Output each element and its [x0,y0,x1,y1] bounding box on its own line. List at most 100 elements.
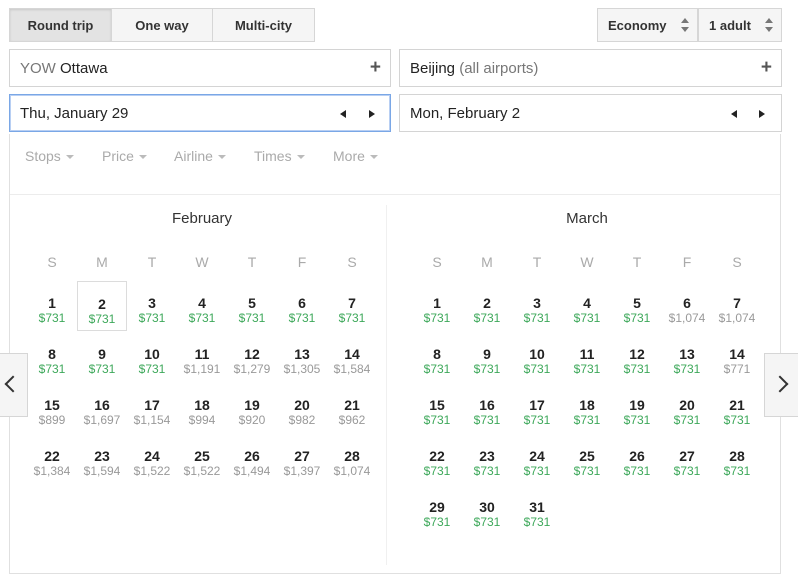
origin-input[interactable]: YOW Ottawa + [9,49,391,87]
calendar-day[interactable]: 14 $771 [712,332,762,382]
calendar-day[interactable]: 27 $1,397 [277,434,327,484]
calendar-day[interactable]: 21 $962 [327,383,377,433]
day-number: 15 [44,397,60,413]
calendar-day[interactable]: 3 $731 [512,281,562,331]
calendar-day[interactable]: 23 $1,594 [77,434,127,484]
day-number: 24 [529,448,545,464]
prev-month-button[interactable] [0,353,28,417]
calendar-day[interactable]: 15 $731 [412,383,462,433]
calendar-day[interactable]: 27 $731 [662,434,712,484]
calendar-day[interactable]: 14 $1,584 [327,332,377,382]
calendar-day[interactable]: 24 $731 [512,434,562,484]
calendar-day[interactable]: 22 $1,384 [27,434,77,484]
plus-icon[interactable]: + [370,57,381,79]
calendar-day[interactable]: 19 $731 [612,383,662,433]
calendar-day[interactable]: 12 $1,279 [227,332,277,382]
price-filter[interactable]: Price [102,148,147,164]
weekday-label: S [347,254,357,270]
day-number: 2 [98,296,106,312]
calendar-day[interactable]: 7 $1,074 [712,281,762,331]
calendar-day[interactable]: 23 $731 [462,434,512,484]
calendar-day[interactable]: 10 $731 [512,332,562,382]
one-way-button[interactable]: One way [111,8,213,42]
calendar-day[interactable]: 17 $1,154 [127,383,177,433]
calendar-day[interactable]: 3 $731 [127,281,177,331]
triangle-right-icon[interactable] [759,110,765,118]
calendar-day[interactable]: 15 $899 [27,383,77,433]
calendar-day[interactable]: 10 $731 [127,332,177,382]
calendar-day[interactable]: 30 $731 [462,485,512,535]
destination-input[interactable]: Beijing (all airports) + [399,49,782,87]
round-trip-button[interactable]: Round trip [9,8,112,42]
calendar-day[interactable]: 5 $731 [612,281,662,331]
calendar-day[interactable]: 16 $731 [462,383,512,433]
calendar-day[interactable]: 28 $1,074 [327,434,377,484]
calendar-day[interactable]: 20 $731 [662,383,712,433]
multi-city-button[interactable]: Multi-city [212,8,315,42]
plus-icon[interactable]: + [761,57,772,79]
calendar-day[interactable]: 9 $731 [462,332,512,382]
times-filter[interactable]: Times [254,148,305,164]
day-number: 11 [194,346,210,362]
calendar-day[interactable]: 29 $731 [412,485,462,535]
calendar-day[interactable]: 7 $731 [327,281,377,331]
calendar-day[interactable]: 13 $1,305 [277,332,327,382]
airline-filter[interactable]: Airline [174,148,226,164]
day-number: 11 [579,346,595,362]
day-price: $731 [423,464,451,478]
calendar-day[interactable]: 2 $731 [77,281,127,331]
calendar-day[interactable]: 5 $731 [227,281,277,331]
calendar-day[interactable]: 2 $731 [462,281,512,331]
calendar-day[interactable]: 1 $731 [27,281,77,331]
day-price: $731 [623,362,651,376]
calendar-day[interactable]: 31 $731 [512,485,562,535]
day-number: 20 [679,397,695,413]
calendar-day[interactable]: 25 $731 [562,434,612,484]
more-filter[interactable]: More [333,148,378,164]
day-price: $731 [623,464,651,478]
calendar-day[interactable]: 6 $731 [277,281,327,331]
calendar-day[interactable]: 16 $1,697 [77,383,127,433]
cabin-class-select[interactable]: Economy [597,8,698,42]
calendar-day[interactable]: 24 $1,522 [127,434,177,484]
calendar-day[interactable]: 11 $1,191 [177,332,227,382]
weekday-label: M [96,254,108,270]
day-price: $731 [623,413,651,427]
calendar-day[interactable]: 25 $1,522 [177,434,227,484]
triangle-left-icon[interactable] [731,110,737,118]
calendar-day[interactable]: 9 $731 [77,332,127,382]
day-price: $731 [423,362,451,376]
day-number: 9 [98,346,106,362]
calendar-day[interactable]: 26 $1,494 [227,434,277,484]
calendar-day[interactable]: 11 $731 [562,332,612,382]
calendar-day[interactable]: 28 $731 [712,434,762,484]
next-month-button[interactable] [764,353,798,417]
calendar-day[interactable]: 4 $731 [177,281,227,331]
passengers-select[interactable]: 1 adult [698,8,782,42]
calendar-day[interactable]: 6 $1,074 [662,281,712,331]
triangle-left-icon[interactable] [340,110,346,118]
calendar-day[interactable]: 21 $731 [712,383,762,433]
calendar-day[interactable]: 12 $731 [612,332,662,382]
calendar-day[interactable]: 20 $982 [277,383,327,433]
chevron-right-icon [771,375,789,393]
calendar-day[interactable]: 8 $731 [27,332,77,382]
calendar-day[interactable]: 4 $731 [562,281,612,331]
return-date-input[interactable]: Mon, February 2 [399,94,782,132]
calendar-day[interactable]: 8 $731 [412,332,462,382]
day-number: 4 [198,295,206,311]
day-number: 27 [679,448,695,464]
calendar-day[interactable]: 22 $731 [412,434,462,484]
triangle-right-icon[interactable] [369,110,375,118]
calendar-day[interactable]: 19 $920 [227,383,277,433]
calendar-day[interactable]: 18 $731 [562,383,612,433]
calendar-day[interactable]: 1 $731 [412,281,462,331]
depart-date-input[interactable]: Thu, January 29 [9,94,391,132]
calendar-day[interactable]: 26 $731 [612,434,662,484]
calendar-day[interactable]: 18 $994 [177,383,227,433]
calendar-day[interactable]: 17 $731 [512,383,562,433]
day-number: 13 [679,346,695,362]
day-price: $731 [188,311,216,325]
stops-filter[interactable]: Stops [25,148,74,164]
calendar-day[interactable]: 13 $731 [662,332,712,382]
